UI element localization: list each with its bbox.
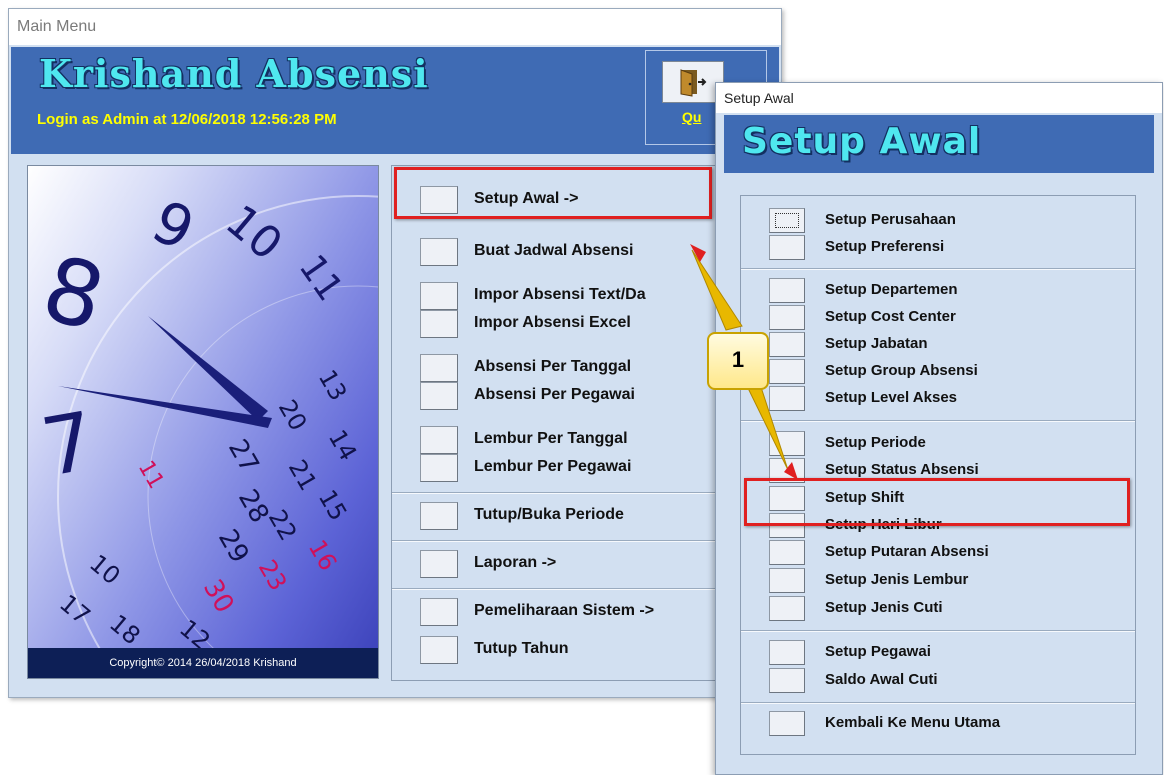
annotation-arrows [690,244,798,480]
step-callout: 1 [707,332,769,390]
